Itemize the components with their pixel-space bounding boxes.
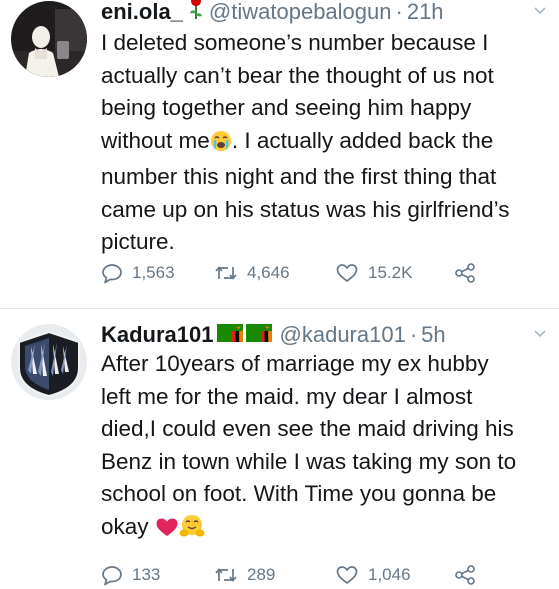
tweet-line: without me . I actually added back the bbox=[101, 125, 553, 162]
tweet-text: After 10years of marriage my ex hubby lef… bbox=[101, 348, 553, 547]
reply-count: 1,563 bbox=[132, 263, 175, 282]
tweet-line: school on foot. With Time you gonna be bbox=[101, 481, 497, 506]
tweet-line: okay bbox=[101, 511, 553, 548]
tweet-text-fragment: okay bbox=[101, 513, 149, 539]
timestamp[interactable]: 21h bbox=[407, 0, 444, 27]
retweet-icon bbox=[215, 266, 237, 280]
separator: · bbox=[395, 0, 403, 24]
avatar[interactable] bbox=[11, 1, 87, 77]
retweet-icon bbox=[215, 568, 237, 582]
tweet-line: actually can’t bear the thought of us no… bbox=[101, 62, 494, 88]
chevron-down-icon[interactable] bbox=[533, 4, 547, 18]
tweet-line: came up on his status was his girlfriend… bbox=[101, 196, 510, 222]
red-heart-icon bbox=[155, 515, 179, 548]
handle[interactable]: @kadura101 bbox=[280, 320, 406, 350]
zambia-flag-icon bbox=[216, 320, 243, 350]
tweet[interactable]: Kadura101 @kadura101 · 5h After 10years … bbox=[0, 309, 559, 586]
handle[interactable]: @tiwatopebalogun bbox=[209, 0, 392, 27]
display-name[interactable]: Kadura101 bbox=[101, 320, 214, 350]
like-count: 15.2K bbox=[368, 263, 413, 282]
like-button[interactable]: 1,046 bbox=[335, 561, 411, 589]
like-count: 1,046 bbox=[368, 565, 411, 584]
share-icon bbox=[455, 565, 475, 585]
share-icon bbox=[455, 263, 475, 283]
tweet-line: left me for the maid. my dear I almost bbox=[101, 383, 473, 409]
like-icon bbox=[336, 566, 358, 584]
retweet-button[interactable]: 289 bbox=[214, 561, 275, 589]
avatar-image bbox=[11, 324, 87, 400]
tweet-header: Kadura101 @kadura101 · 5h bbox=[101, 320, 446, 350]
tweet-line: being together and seeing him happy bbox=[101, 95, 472, 120]
retweet-count: 4,646 bbox=[247, 263, 290, 282]
share-button[interactable] bbox=[453, 561, 486, 589]
separator: · bbox=[409, 322, 418, 347]
reply-icon bbox=[102, 566, 122, 586]
reply-icon bbox=[102, 264, 122, 284]
hugging-face-icon bbox=[179, 514, 205, 548]
reply-button[interactable]: 133 bbox=[101, 561, 160, 589]
tweet-line: died,I could even see the maid driving h… bbox=[101, 416, 514, 441]
reply-count: 133 bbox=[132, 565, 161, 584]
retweet-count: 289 bbox=[247, 565, 276, 584]
share-button[interactable] bbox=[453, 259, 486, 287]
chevron-down-icon[interactable] bbox=[533, 327, 547, 341]
tweet-actions: 133 289 1,046 bbox=[101, 561, 541, 589]
tweet-line: I deleted someone’s number because I bbox=[101, 30, 489, 55]
tweet-text-fragment: without me bbox=[101, 127, 210, 153]
tweet-text: I deleted someone’s number because I actu… bbox=[101, 27, 553, 259]
tweet-text-fragment: . I actually added back the bbox=[231, 127, 494, 153]
tweet-line: picture. bbox=[101, 229, 175, 254]
avatar-image bbox=[11, 1, 87, 77]
tweet[interactable]: eni.ola_ @tiwatopebalogun · 21h I delete… bbox=[0, 0, 559, 308]
like-icon bbox=[336, 264, 358, 282]
tweet-actions: 1,563 4,646 15.2K bbox=[101, 259, 541, 287]
rose-icon bbox=[189, 0, 203, 28]
timestamp[interactable]: 5h bbox=[421, 320, 445, 350]
like-button[interactable]: 15.2K bbox=[335, 259, 412, 287]
tweet-line: number this night and the first thing th… bbox=[101, 164, 497, 189]
tweet-line: Benz in town while I was taking my son t… bbox=[101, 448, 517, 474]
retweet-button[interactable]: 4,646 bbox=[214, 259, 290, 287]
tweet-line: After 10years of marriage my ex hubby bbox=[101, 351, 489, 376]
zambia-flag-icon bbox=[245, 320, 272, 350]
avatar[interactable] bbox=[11, 324, 87, 400]
reply-button[interactable]: 1,563 bbox=[101, 259, 175, 287]
crying-face-icon bbox=[210, 129, 232, 162]
tweet-header: eni.ola_ @tiwatopebalogun · 21h bbox=[101, 0, 444, 27]
display-name[interactable]: eni.ola_ bbox=[101, 0, 183, 27]
